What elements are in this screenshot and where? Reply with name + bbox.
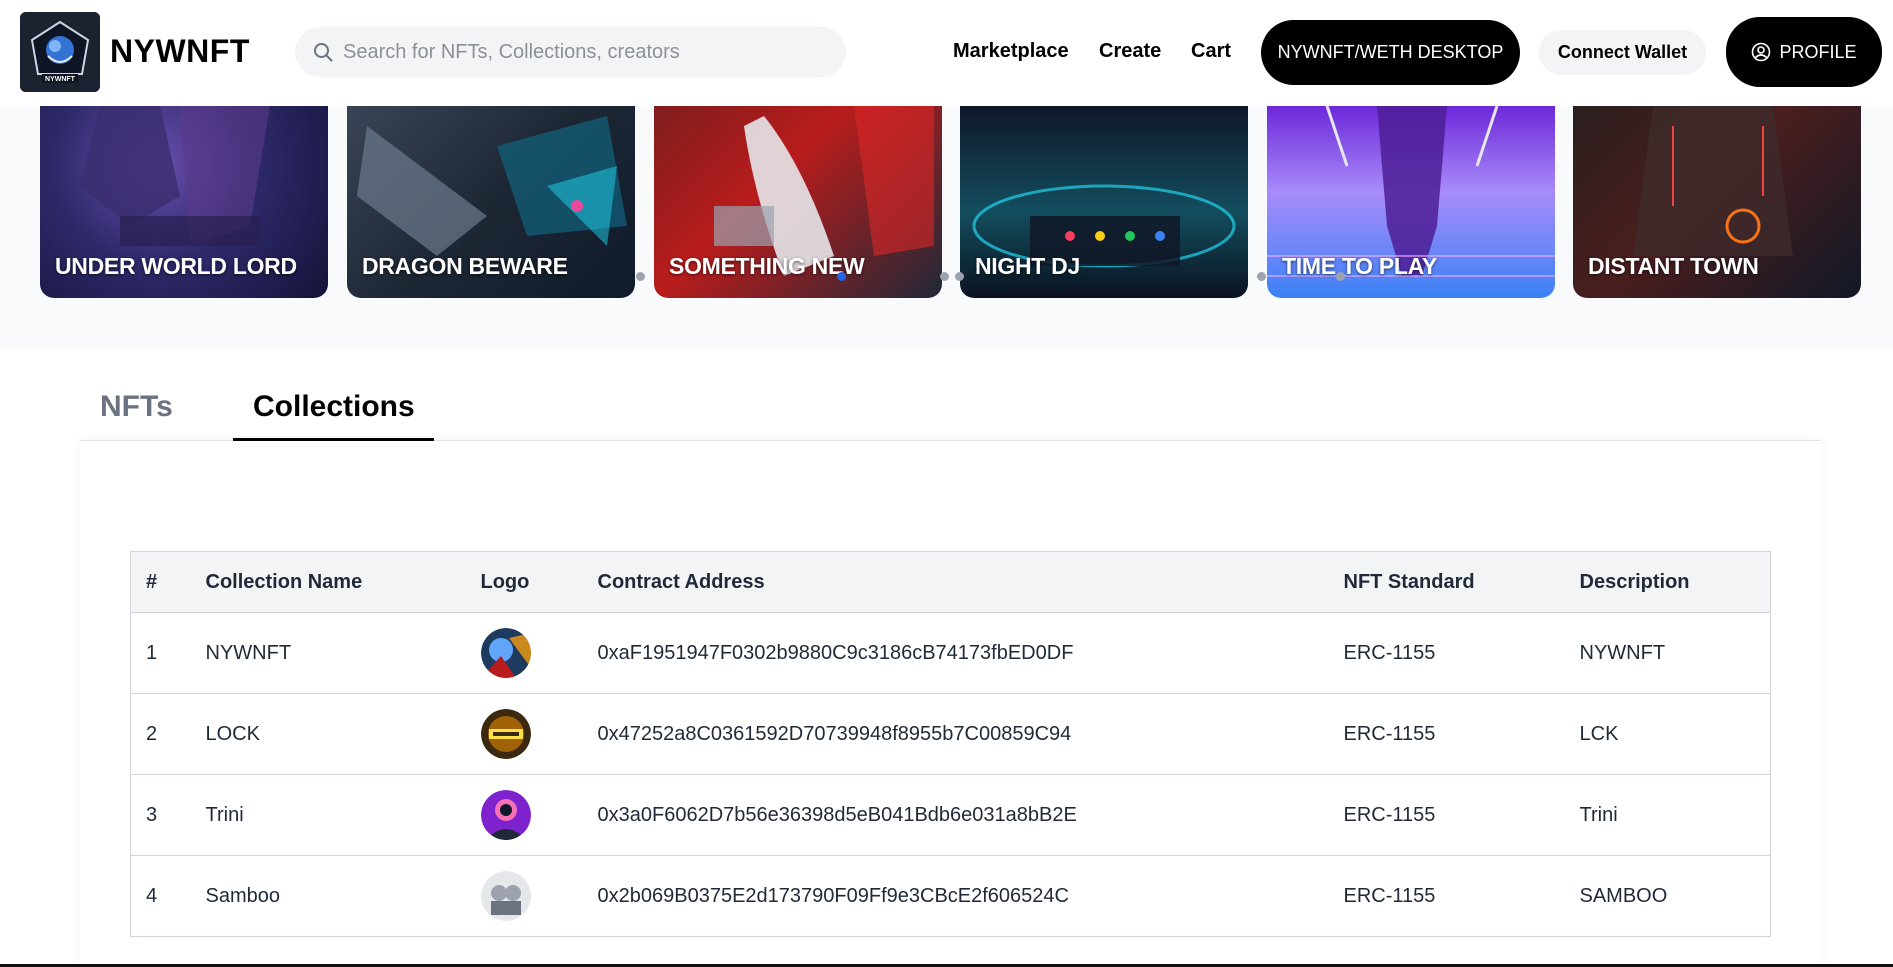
collection-description: SAMBOO <box>1579 884 1668 907</box>
card-title: DISTANT TOWN <box>1588 253 1759 279</box>
collection-logo[interactable] <box>466 775 583 856</box>
search-icon <box>314 43 333 62</box>
content-tabs: NFTs Collections <box>80 348 1821 441</box>
logo-text: NYWNFT <box>45 76 76 83</box>
desktop-app-button[interactable]: NYWNFT/WETH DESKTOP <box>1261 20 1520 85</box>
collection-name[interactable]: NYWNFT <box>191 613 466 694</box>
table-row[interactable]: 2 LOCK 0x47252a8C0361592D70739948f8955b7… <box>130 693 1771 775</box>
profile-label: PROFILE <box>1779 41 1857 62</box>
carousel-card[interactable]: NIGHT DJ <box>960 106 1248 298</box>
carousel-dot-active[interactable] <box>837 272 846 281</box>
desktop-app-label: NYWNFT/WETH DESKTOP <box>1277 42 1504 62</box>
row-number: 3 <box>146 803 158 826</box>
card-title: UNDER WORLD LORD <box>55 253 297 279</box>
carousel-card[interactable]: SOMETHING NEW <box>654 106 942 298</box>
header-description: Description <box>1579 570 1690 593</box>
logo-emblem-icon: NYWNFT <box>20 12 100 92</box>
nft-standard: ERC-1155 <box>1343 641 1436 664</box>
contract-address[interactable]: 0x3a0F6062D7b56e36398d5eB041Bdb6e031a8bB… <box>583 775 1329 856</box>
header: NYWNFT NYWNFT Marketplace Create Cart NY… <box>0 0 1893 106</box>
nav-create[interactable]: Create <box>1099 40 1161 63</box>
lock-logo-icon <box>480 709 531 759</box>
carousel-dot[interactable] <box>1336 272 1345 281</box>
nft-standard: ERC-1155 <box>1343 884 1436 907</box>
row-number: 1 <box>146 641 158 664</box>
samboo-logo-icon <box>480 871 531 921</box>
search-bar[interactable] <box>295 27 846 77</box>
table-row[interactable]: 4 Samboo 0x2b069B0375E2d173790F09Ff9e3CB… <box>130 855 1771 937</box>
nft-standard: ERC-1155 <box>1343 722 1436 745</box>
collection-name[interactable]: Trini <box>191 775 466 856</box>
collection-description: LCK <box>1579 722 1619 745</box>
collection-name[interactable]: Samboo <box>191 856 466 937</box>
collection-logo[interactable] <box>466 694 583 775</box>
header-collection-name: Collection Name <box>205 570 363 593</box>
site-logo[interactable]: NYWNFT <box>20 12 100 92</box>
table-row[interactable]: 3 Trini 0x3a0F6062D7b56e36398d5eB041Bdb6… <box>130 774 1771 856</box>
row-number: 4 <box>146 884 158 907</box>
tab-nfts[interactable]: NFTs <box>100 390 173 424</box>
collections-panel: # Collection Name Logo Contract Address … <box>80 441 1821 967</box>
user-circle-icon <box>1752 42 1771 62</box>
trini-logo-icon <box>480 790 531 840</box>
carousel-card[interactable]: UNDER WORLD LORD <box>40 106 328 298</box>
carousel-dot[interactable] <box>940 272 949 281</box>
header-logo: Logo <box>480 570 530 593</box>
collection-description: NYWNFT <box>1579 641 1666 664</box>
brand-name[interactable]: NYWNFT <box>110 33 250 70</box>
card-title: DRAGON BEWARE <box>362 253 568 279</box>
contract-address[interactable]: 0x2b069B0375E2d173790F09Ff9e3CBcE2f60652… <box>583 856 1329 937</box>
tab-collections[interactable]: Collections <box>253 390 415 424</box>
connect-wallet-label: Connect Wallet <box>1557 42 1688 62</box>
featured-carousel[interactable]: UNDER WORLD LORD DRAGON BEWARE SOMETHING… <box>0 106 1893 348</box>
search-input[interactable] <box>343 27 823 77</box>
carousel-card[interactable]: TIME TO PLAY <box>1267 106 1555 298</box>
collection-name[interactable]: LOCK <box>191 694 466 775</box>
collection-logo[interactable] <box>466 613 583 694</box>
carousel-dot[interactable] <box>636 272 645 281</box>
table-row[interactable]: 1 NYWNFT 0xaF1951947F0302b9880C9c3186cB7… <box>130 612 1771 694</box>
header-contract-address: Contract Address <box>597 570 765 593</box>
carousel-dot[interactable] <box>1257 272 1266 281</box>
contract-address[interactable]: 0x47252a8C0361592D70739948f8955b7C00859C… <box>583 694 1329 775</box>
table-header-row: # Collection Name Logo Contract Address … <box>130 551 1771 613</box>
collections-table: # Collection Name Logo Contract Address … <box>130 551 1771 937</box>
card-title: NIGHT DJ <box>975 253 1080 279</box>
nav-cart[interactable]: Cart <box>1191 40 1231 63</box>
row-number: 2 <box>146 722 158 745</box>
profile-button[interactable]: PROFILE <box>1726 17 1882 87</box>
contract-address[interactable]: 0xaF1951947F0302b9880C9c3186cB74173fbED0… <box>583 613 1329 694</box>
header-nft-standard: NFT Standard <box>1343 570 1475 593</box>
nywnft-logo-icon <box>480 628 531 678</box>
card-title: TIME TO PLAY <box>1282 253 1437 279</box>
nav-marketplace[interactable]: Marketplace <box>953 40 1069 63</box>
card-title: SOMETHING NEW <box>669 253 865 279</box>
carousel-card[interactable]: DISTANT TOWN <box>1573 106 1861 298</box>
nft-standard: ERC-1155 <box>1343 803 1436 826</box>
carousel-card[interactable]: DRAGON BEWARE <box>347 106 635 298</box>
header-number: # <box>146 570 158 593</box>
collection-logo[interactable] <box>466 856 583 937</box>
collection-description: Trini <box>1579 803 1618 826</box>
carousel-dot[interactable] <box>955 272 964 281</box>
connect-wallet-button[interactable]: Connect Wallet <box>1539 30 1706 75</box>
